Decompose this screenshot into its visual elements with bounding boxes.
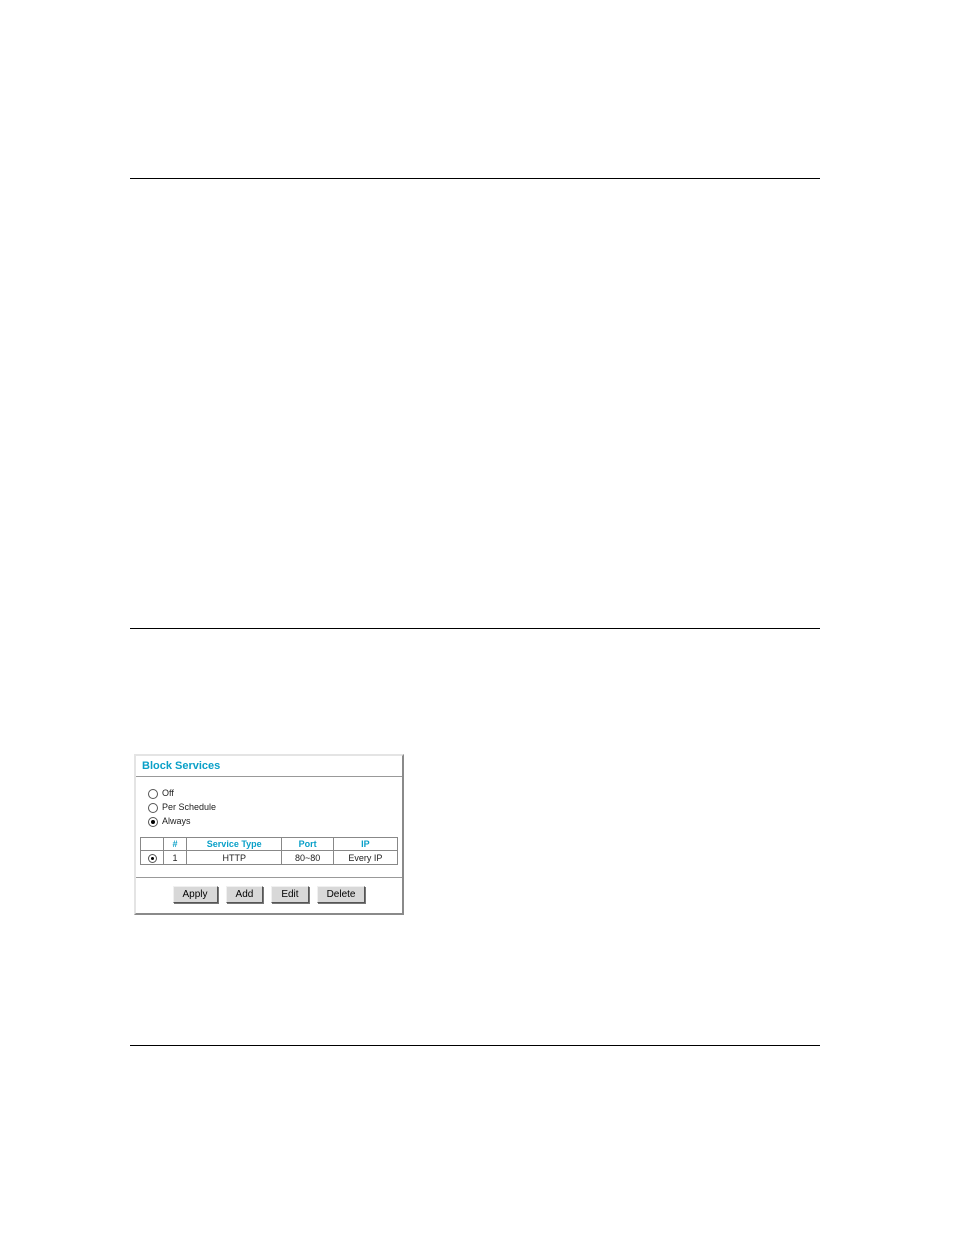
delete-button[interactable]: Delete xyxy=(317,886,366,903)
row-port: 80~80 xyxy=(282,851,333,865)
service-table-header-row: # Service Type Port IP xyxy=(141,838,398,851)
apply-button[interactable]: Apply xyxy=(173,886,218,903)
table-row[interactable]: 1 HTTP 80~80 Every IP xyxy=(141,851,398,865)
mode-per-schedule-row[interactable]: Per Schedule xyxy=(148,801,394,814)
col-select xyxy=(141,838,164,851)
mode-off-row[interactable]: Off xyxy=(148,787,394,800)
row-select-radio[interactable] xyxy=(148,854,157,863)
col-port: Port xyxy=(282,838,333,851)
row-ip: Every IP xyxy=(333,851,397,865)
row-select-cell[interactable] xyxy=(141,851,164,865)
mode-per-schedule-radio[interactable] xyxy=(148,803,158,813)
service-table: # Service Type Port IP 1 HTTP 80~80 Ever… xyxy=(140,837,398,865)
mode-off-radio[interactable] xyxy=(148,789,158,799)
block-services-dialog: Block Services Off Per Schedule Always xyxy=(134,754,404,915)
mode-per-schedule-label: Per Schedule xyxy=(162,801,216,814)
mode-radio-group: Off Per Schedule Always xyxy=(136,787,402,837)
mode-off-label: Off xyxy=(162,787,174,800)
row-service-type: HTTP xyxy=(187,851,282,865)
title-separator xyxy=(136,776,402,777)
top-rule xyxy=(130,178,820,179)
col-ip: IP xyxy=(333,838,397,851)
bottom-rule xyxy=(130,1045,820,1046)
dialog-title: Block Services xyxy=(136,756,402,774)
mode-always-label: Always xyxy=(162,815,191,828)
button-row: Apply Add Edit Delete xyxy=(136,886,402,913)
mode-always-row[interactable]: Always xyxy=(148,815,394,828)
add-button[interactable]: Add xyxy=(226,886,264,903)
mode-always-radio[interactable] xyxy=(148,817,158,827)
service-table-wrap: # Service Type Port IP 1 HTTP 80~80 Ever… xyxy=(136,837,402,871)
row-num: 1 xyxy=(164,851,187,865)
buttons-separator xyxy=(136,877,402,878)
mid-rule xyxy=(130,628,820,629)
col-num: # xyxy=(164,838,187,851)
col-service-type: Service Type xyxy=(187,838,282,851)
edit-button[interactable]: Edit xyxy=(271,886,308,903)
